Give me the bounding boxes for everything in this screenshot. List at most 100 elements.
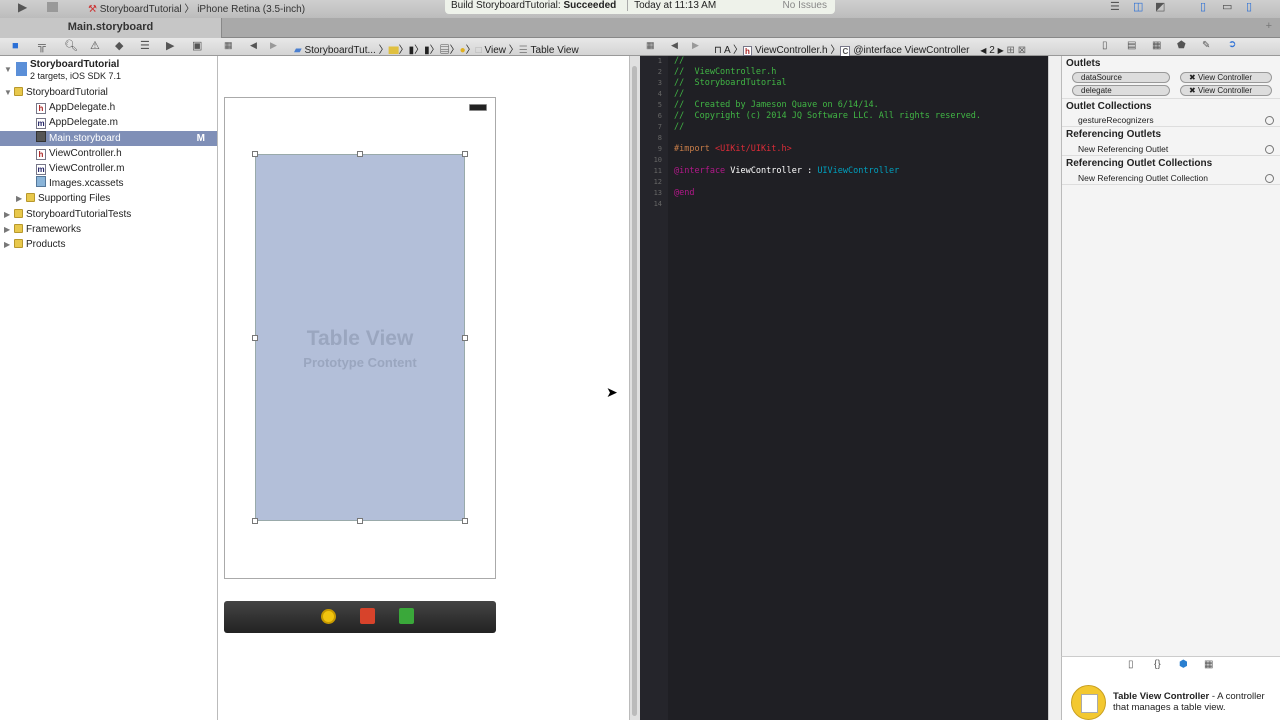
connection-circle[interactable] <box>1265 174 1274 183</box>
table-view[interactable]: Table View Prototype Content <box>252 151 468 524</box>
project-root[interactable]: ▼ StoryboardTutorial 2 targets, iOS SDK … <box>0 58 217 84</box>
view-controller-icon[interactable] <box>321 609 336 624</box>
navigator-item[interactable]: ▶ StoryboardTutorialTests <box>0 207 217 222</box>
add-editor-button[interactable]: ⊞ <box>1007 45 1015 56</box>
project-navigator-icon[interactable]: ■ <box>12 40 19 52</box>
code-line[interactable]: @interface ViewController : UIViewContro… <box>674 166 1048 177</box>
stop-button[interactable] <box>47 2 58 12</box>
code-line[interactable] <box>674 177 1048 188</box>
add-tab-button[interactable]: + <box>1266 20 1272 32</box>
search-navigator-icon[interactable]: 🔍︎ <box>64 39 78 52</box>
code-line[interactable]: // StoryboardTutorial <box>674 78 1048 89</box>
forward-button[interactable]: ▶ <box>692 40 699 51</box>
version-editor-button[interactable]: ◩ <box>1155 0 1165 13</box>
assistant-editor-button[interactable]: ◫ <box>1133 0 1143 13</box>
connections-inspector-icon[interactable]: ➲ <box>1228 39 1236 50</box>
tab-main-storyboard[interactable]: Main.storyboard <box>0 18 222 38</box>
code-line[interactable] <box>674 199 1048 210</box>
test-navigator-icon[interactable]: ◆ <box>115 39 123 52</box>
next-counterpart-button[interactable]: ▶ <box>998 46 1004 55</box>
editor-scrollbar[interactable] <box>1048 56 1061 720</box>
scheme-selector[interactable]: ⚒ StoryboardTutorial 〉 iPhone Retina (3.… <box>88 0 305 15</box>
file-inspector-icon[interactable]: ▯ <box>1102 40 1108 51</box>
media-library-icon[interactable]: ▦ <box>1204 659 1213 670</box>
log-navigator-icon[interactable]: ▣ <box>192 39 202 52</box>
folder-icon <box>14 223 23 233</box>
connection-circle[interactable] <box>1265 145 1274 154</box>
connection-circle[interactable] <box>1265 116 1274 125</box>
navigator-item[interactable]: m AppDelegate.m <box>0 115 217 130</box>
disclosure-collapsed-icon[interactable]: ▶ <box>4 207 14 222</box>
outlet-datasource-target[interactable]: ✖ View Controller <box>1180 72 1272 83</box>
back-button[interactable]: ◀ <box>250 40 257 51</box>
navigator-item[interactable]: h ViewController.h <box>0 146 217 161</box>
symbol-navigator-icon[interactable]: ╦ <box>38 40 46 52</box>
line-number: 3 <box>657 79 662 87</box>
navigator-item[interactable]: ▼ StoryboardTutorial <box>0 85 217 100</box>
navigator-item[interactable]: ▶ Supporting Files <box>0 191 217 206</box>
code-line[interactable]: @end <box>674 188 1048 199</box>
code-line[interactable]: // <box>674 89 1048 100</box>
code-line[interactable]: // <box>674 56 1048 67</box>
navigator-item[interactable]: h AppDelegate.h <box>0 100 217 115</box>
identity-inspector-icon[interactable]: ▦ <box>1152 40 1161 51</box>
code-snippet-icon[interactable]: {} <box>1154 659 1161 670</box>
code-editor[interactable]: //// ViewController.h// StoryboardTutori… <box>668 56 1048 720</box>
disclosure-expanded-icon[interactable]: ▼ <box>4 85 14 100</box>
code-line[interactable]: // <box>674 122 1048 133</box>
navigator-item[interactable]: ▶ Products <box>0 237 217 252</box>
quick-help-icon[interactable]: ▤ <box>1127 40 1136 51</box>
related-items-icon[interactable]: ▦ <box>646 40 655 51</box>
attributes-inspector-icon[interactable]: ⬟ <box>1177 40 1186 51</box>
navigator-item[interactable]: Main.storyboard M <box>0 130 217 146</box>
resize-handle[interactable] <box>462 335 468 341</box>
editor-splitter[interactable] <box>629 56 640 720</box>
outlet-delegate-target[interactable]: ✖ View Controller <box>1180 85 1272 96</box>
automatic-icon: ⊓ <box>714 45 722 56</box>
toggle-navigator-button[interactable]: ▯ <box>1200 0 1206 13</box>
navigator-item[interactable]: ▶ Frameworks <box>0 222 217 237</box>
toggle-debug-button[interactable]: ▭ <box>1222 0 1232 13</box>
line-number: 6 <box>657 112 662 120</box>
code-line[interactable]: // ViewController.h <box>674 67 1048 78</box>
disclosure-expanded-icon[interactable]: ▼ <box>4 64 14 75</box>
disclosure-collapsed-icon[interactable]: ▶ <box>4 237 14 252</box>
code-line[interactable]: // Created by Jameson Quave on 6/14/14. <box>674 100 1048 111</box>
battery-icon <box>469 104 487 111</box>
size-inspector-icon[interactable]: ✎ <box>1202 40 1210 51</box>
navigator-item[interactable]: Images.xcassets <box>0 176 217 191</box>
code-line[interactable] <box>674 133 1048 144</box>
back-button[interactable]: ◀ <box>671 40 678 51</box>
run-button[interactable]: ▶ <box>18 0 27 14</box>
code-line[interactable]: // Copyright (c) 2014 JQ Software LLC. A… <box>674 111 1048 122</box>
disclosure-collapsed-icon[interactable]: ▶ <box>4 222 14 237</box>
exit-icon[interactable] <box>399 608 414 624</box>
first-responder-icon[interactable] <box>360 608 375 624</box>
canvas-scrollbar[interactable] <box>632 66 637 716</box>
breakpoint-navigator-icon[interactable]: ▶ <box>166 39 174 52</box>
library-item-description[interactable]: Table View Controller - A controller tha… <box>1113 691 1278 713</box>
close-editor-button[interactable]: ⊠ <box>1018 45 1026 56</box>
resize-handle[interactable] <box>462 151 468 157</box>
folder-icon <box>14 87 23 96</box>
resize-handle[interactable] <box>252 335 258 341</box>
previous-counterpart-button[interactable]: ◀ <box>980 46 986 55</box>
resize-handle[interactable] <box>462 518 468 524</box>
disclosure-collapsed-icon[interactable]: ▶ <box>16 191 26 206</box>
resize-handle[interactable] <box>252 151 258 157</box>
code-line[interactable]: #import <UIKit/UIKit.h> <box>674 144 1048 155</box>
navigator-item[interactable]: m ViewController.m <box>0 161 217 176</box>
standard-editor-button[interactable]: ☰ <box>1110 0 1120 13</box>
toggle-utilities-button[interactable]: ▯ <box>1246 0 1252 13</box>
resize-handle[interactable] <box>357 518 363 524</box>
resize-handle[interactable] <box>357 151 363 157</box>
file-template-icon[interactable]: ▯ <box>1128 659 1134 670</box>
related-items-icon[interactable]: ▦ <box>224 40 233 51</box>
code-line[interactable] <box>674 155 1048 166</box>
forward-button[interactable]: ▶ <box>270 40 277 51</box>
object-library-icon[interactable]: ⬢ <box>1179 659 1188 670</box>
table-view-controller-icon[interactable] <box>1071 685 1106 720</box>
debug-navigator-icon[interactable]: ☰ <box>140 39 150 52</box>
resize-handle[interactable] <box>252 518 258 524</box>
issue-navigator-icon[interactable]: ⚠ <box>90 39 100 52</box>
